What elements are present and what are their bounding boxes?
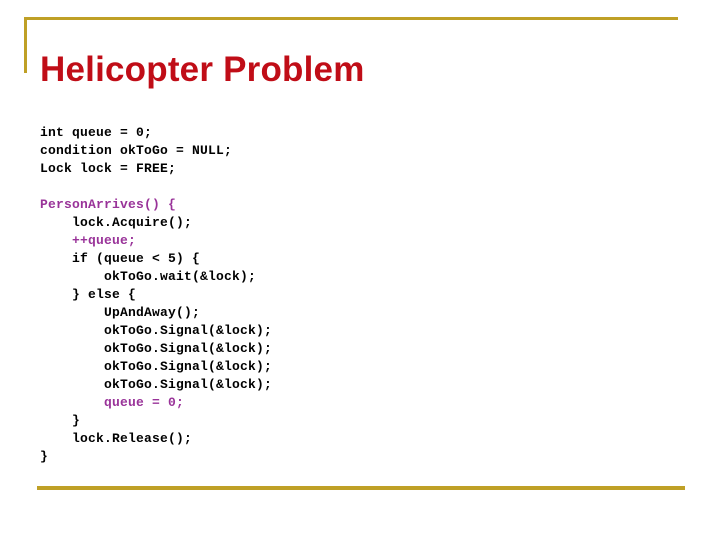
footer-rule bbox=[37, 486, 685, 490]
code-line: } bbox=[40, 413, 81, 428]
code-line: PersonArrives() { bbox=[40, 197, 177, 212]
code-line: ++queue; bbox=[40, 233, 137, 248]
code-line: if (queue < 5) { bbox=[40, 251, 201, 266]
code-line: condition okToGo = NULL; bbox=[40, 143, 233, 158]
code-line: okToGo.Signal(&lock); bbox=[40, 323, 273, 338]
code-listing: int queue = 0; condition okToGo = NULL; Lo… bbox=[40, 124, 640, 466]
code-line: okToGo.Signal(&lock); bbox=[40, 359, 273, 374]
code-line: Lock lock = FREE; bbox=[40, 161, 177, 176]
slide-canvas: Helicopter Problem int queue = 0; conditi… bbox=[0, 0, 720, 540]
code-line: queue = 0; bbox=[40, 395, 185, 410]
title-left-rule bbox=[24, 17, 27, 73]
code-line: lock.Release(); bbox=[40, 431, 193, 446]
code-line: } bbox=[40, 449, 49, 464]
code-line: int queue = 0; bbox=[40, 125, 153, 140]
code-line: lock.Acquire(); bbox=[40, 215, 193, 230]
title-top-rule bbox=[24, 17, 678, 20]
code-line: } else { bbox=[40, 287, 137, 302]
code-line: okToGo.wait(&lock); bbox=[40, 269, 257, 284]
code-line: okToGo.Signal(&lock); bbox=[40, 377, 273, 392]
code-line: UpAndAway(); bbox=[40, 305, 201, 320]
page-title: Helicopter Problem bbox=[40, 50, 365, 90]
code-line: okToGo.Signal(&lock); bbox=[40, 341, 273, 356]
